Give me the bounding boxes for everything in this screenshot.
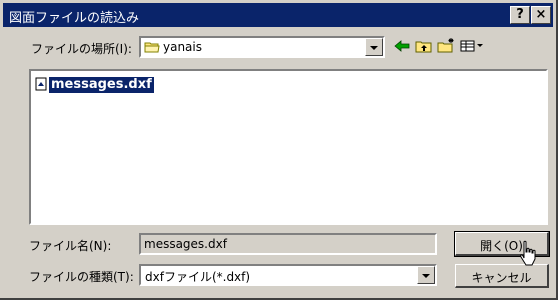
chevron-down-icon[interactable]: [365, 38, 383, 56]
up-folder-icon[interactable]: [413, 37, 435, 55]
back-arrow-icon[interactable]: [391, 37, 413, 55]
filetype-label: ファイルの種類(T):: [29, 270, 134, 284]
filename-field[interactable]: messages.dxf: [139, 233, 437, 255]
folder-icon: [144, 42, 160, 53]
look-in-dropdown[interactable]: yanais: [139, 36, 385, 58]
look-in-value: yanais: [163, 40, 202, 54]
filename-value: messages.dxf: [144, 237, 227, 251]
new-folder-icon[interactable]: [435, 37, 457, 55]
look-in-label: ファイルの場所(I):: [31, 42, 132, 56]
chevron-down-icon[interactable]: [417, 266, 435, 284]
dialog-title: 図面ファイルの読込み: [9, 11, 140, 26]
close-button[interactable]: ×: [531, 6, 551, 24]
filetype-dropdown[interactable]: dxfファイル(*.dxf): [139, 264, 437, 286]
file-open-dialog: 図面ファイルの読込み ? × ファイルの場所(I): yanais messag…: [0, 0, 558, 300]
title-bar: 図面ファイルの読込み ? ×: [3, 3, 553, 27]
file-list[interactable]: messages.dxf: [29, 69, 548, 225]
help-button[interactable]: ?: [510, 6, 530, 24]
mouse-pointer-icon: [520, 240, 536, 266]
file-icon: [35, 77, 47, 91]
file-name: messages.dxf: [49, 77, 154, 93]
filename-label: ファイル名(N):: [29, 239, 112, 253]
filetype-value: dxfファイル(*.dxf): [145, 270, 251, 284]
view-menu-icon[interactable]: [458, 37, 486, 55]
